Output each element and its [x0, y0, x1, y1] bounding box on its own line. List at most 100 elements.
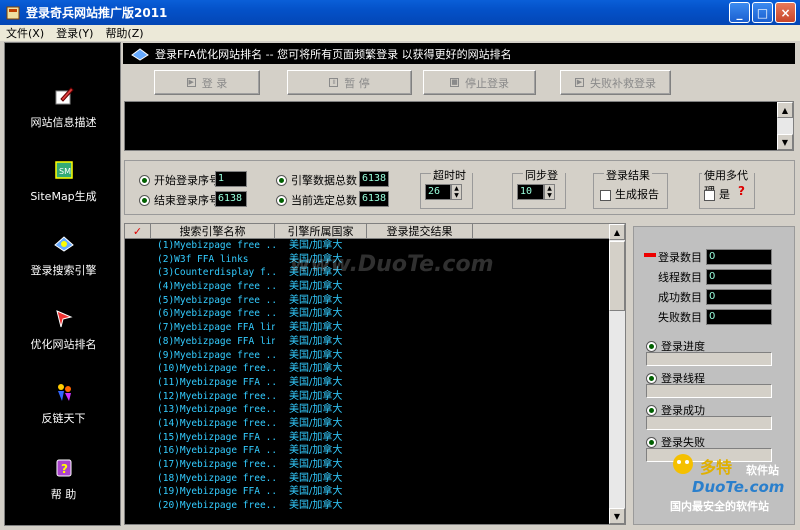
- login-count-label: 登录数目: [658, 251, 702, 264]
- country-cell: 美国/加拿大: [289, 404, 343, 416]
- timeout-input[interactable]: 26: [425, 184, 451, 200]
- engine-name-cell: (17)Myebizpage free...: [157, 459, 275, 470]
- country-cell: 美国/加拿大: [289, 445, 343, 457]
- table-row[interactable]: (8)Myebizpage FFA link 美国/加拿大: [125, 335, 611, 349]
- end-index-input[interactable]: 6138: [215, 191, 247, 207]
- scroll-thumb[interactable]: [609, 241, 625, 311]
- radio-icon: [646, 340, 657, 352]
- table-row[interactable]: (12)Myebizpage free... 美国/加拿大: [125, 390, 611, 404]
- maximize-button[interactable]: □: [752, 2, 773, 23]
- table-row[interactable]: (18)Myebizpage free... 美国/加拿大: [125, 472, 611, 486]
- minimize-button[interactable]: _: [729, 2, 750, 23]
- table-row[interactable]: (1)Myebizpage free ... 美国/加拿大: [125, 239, 611, 253]
- table-row[interactable]: (7)Myebizpage FFA link 美国/加拿大: [125, 321, 611, 335]
- success-progress-bar: [646, 416, 772, 430]
- selected-total-value: 6138: [359, 191, 389, 207]
- sidebar-item-label: 反链天下: [41, 412, 86, 425]
- selected-total-radio[interactable]: 当前选定总数: [276, 192, 357, 208]
- menu-login[interactable]: 登录(Y): [50, 25, 99, 41]
- engine-name-cell: (15)Myebizpage FFA ...: [157, 431, 275, 443]
- scroll-down-arrow-icon[interactable]: ▼: [777, 134, 793, 150]
- menu-help[interactable]: 帮助(Z): [99, 25, 149, 41]
- radio-icon: [276, 194, 287, 206]
- table-row[interactable]: (5)Myebizpage free ... 美国/加拿大: [125, 294, 611, 308]
- scroll-down-arrow-icon[interactable]: ▼: [609, 508, 625, 524]
- menu-file[interactable]: 文件(X): [0, 25, 50, 41]
- table-row[interactable]: (6)Myebizpage free ... 美国/加拿大: [125, 307, 611, 321]
- sidebar-item-backlinks[interactable]: 反链天下: [5, 381, 122, 426]
- thread-count-value: 0: [706, 269, 772, 285]
- table-row[interactable]: (13)Myebizpage free... 美国/加拿大: [125, 403, 611, 417]
- start-index-input[interactable]: 1: [215, 171, 247, 187]
- table-row[interactable]: (14)Myebizpage free... 美国/加拿大: [125, 417, 611, 431]
- engine-name-cell: (18)Myebizpage free...: [157, 472, 275, 484]
- sidebar-item-site-info[interactable]: 网站信息描述: [5, 85, 122, 130]
- use-proxy-checkbox[interactable]: 是: [704, 186, 730, 202]
- col-country[interactable]: 引擎所属国家: [275, 224, 367, 239]
- stop-login-button[interactable]: ■ 停止登录: [423, 70, 536, 95]
- sidebar-item-submit-engine[interactable]: 登录搜索引擎: [5, 233, 122, 278]
- page-header: 登录FFA优化网站排名 -- 您可将所有页面频繁登录 以获得更好的网站排名: [123, 43, 795, 64]
- table-row[interactable]: (17)Myebizpage free... 美国/加拿大: [125, 458, 611, 472]
- watermark-logo: 多特 软件站 DuoTe.com 国内最安全的软件站: [668, 450, 796, 520]
- close-button[interactable]: ×: [775, 2, 796, 23]
- table-row[interactable]: (9)Myebizpage free ... 美国/加拿大: [125, 349, 611, 363]
- play-icon: ▶: [186, 78, 196, 87]
- country-cell: 美国/加拿大: [289, 349, 343, 361]
- sidebar-item-sitemap[interactable]: SM SiteMap生成: [5, 159, 122, 204]
- generate-report-checkbox[interactable]: 生成报告: [600, 186, 659, 202]
- login-button[interactable]: ▶ 登 录: [154, 70, 260, 95]
- start-index-radio[interactable]: 开始登录序号: [139, 172, 220, 188]
- login-count-value: 0: [706, 249, 772, 265]
- sidebar-item-help[interactable]: ? 帮 助: [5, 457, 122, 502]
- col-engine-name[interactable]: 搜索引擎名称: [151, 224, 275, 239]
- radio-icon: [276, 174, 287, 186]
- retry-failed-button[interactable]: ▶ 失败补救登录: [560, 70, 671, 95]
- table-row[interactable]: (16)Myebizpage FFA ... 美国/加拿大: [125, 444, 611, 458]
- sync-input[interactable]: 10: [517, 184, 544, 200]
- watermark-brand-suffix: 软件站: [746, 464, 779, 477]
- timeout-spinner[interactable]: ▲ ▼: [451, 184, 462, 200]
- scroll-up-arrow-icon[interactable]: ▲: [777, 102, 793, 118]
- mascot-icon: [673, 454, 693, 474]
- country-cell: 美国/加拿大: [289, 240, 343, 251]
- pause-icon: ॥: [329, 78, 339, 87]
- table-row[interactable]: (15)Myebizpage FFA ... 美国/加拿大: [125, 431, 611, 445]
- pause-button[interactable]: ॥ 暂 停: [287, 70, 412, 95]
- total-engines-radio[interactable]: 引擎数据总数: [276, 172, 357, 188]
- select-all-check-icon[interactable]: ✓: [125, 224, 151, 239]
- table-row[interactable]: (4)Myebizpage free ... 美国/加拿大: [125, 280, 611, 294]
- checkbox-icon: [600, 189, 611, 201]
- success-count-label: 成功数目: [658, 291, 702, 304]
- country-cell: 美国/加拿大: [289, 281, 343, 293]
- stop-icon: ■: [450, 78, 459, 87]
- country-cell: 美国/加拿大: [289, 376, 343, 388]
- col-result[interactable]: 登录提交结果: [367, 224, 473, 239]
- fail-count-value: 0: [706, 309, 772, 325]
- fail-count-label: 失败数目: [658, 311, 702, 324]
- proxy-help-icon[interactable]: ?: [738, 184, 745, 198]
- engine-name-cell: (7)Myebizpage FFA link: [157, 322, 275, 334]
- end-index-radio[interactable]: 结束登录序号: [139, 192, 220, 208]
- table-scrollbar[interactable]: ▲ ▼: [609, 224, 625, 524]
- scroll-up-arrow-icon[interactable]: ▲: [609, 224, 625, 240]
- table-row[interactable]: (11)Myebizpage FFA ... 美国/加拿大: [125, 376, 611, 390]
- table-row[interactable]: (19)Myebizpage FFA ... 美国/加拿大: [125, 485, 611, 499]
- log-scrollbar[interactable]: ▲ ▼: [777, 102, 793, 150]
- engine-name-cell: (1)Myebizpage free ...: [157, 240, 275, 251]
- country-cell: 美国/加拿大: [289, 294, 343, 306]
- table-row[interactable]: (10)Myebizpage free... 美国/加拿大: [125, 362, 611, 376]
- watermark-brand-en: DuoTe.com: [692, 478, 785, 496]
- sidebar-item-label: 登录搜索引擎: [30, 264, 97, 277]
- table-row[interactable]: (20)Myebizpage free... 美国/加拿大: [125, 499, 611, 513]
- log-output[interactable]: ▲ ▼: [124, 101, 794, 151]
- watermark-text: www.DuoTe.com: [290, 252, 494, 277]
- sync-spinner[interactable]: ▲ ▼: [544, 184, 555, 200]
- country-cell: 美国/加拿大: [289, 308, 343, 320]
- sidebar-item-label: 帮 助: [50, 488, 77, 501]
- country-cell: 美国/加拿大: [289, 459, 343, 470]
- link-icon: [57, 384, 71, 401]
- sidebar: 网站信息描述 SM SiteMap生成 登录搜索引擎 优化网站排名 反链天下 ?…: [4, 42, 121, 526]
- svg-text:SM: SM: [59, 167, 71, 176]
- sidebar-item-optimize-rank[interactable]: 优化网站排名: [5, 307, 122, 352]
